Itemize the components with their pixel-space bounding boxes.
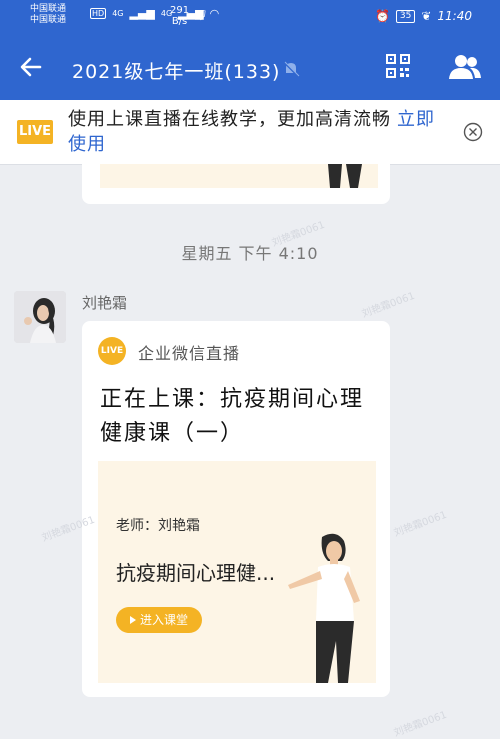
status-bar: 中国联通 中国联通 HD 4G ▂▄▆ 4G ▂▄▆ ◠ 291 B/s ⛉ ⏰… bbox=[0, 0, 500, 40]
leaf-icon: ❦ bbox=[421, 9, 432, 23]
chat-header: 2021级七年一班(133) bbox=[0, 40, 500, 100]
mute-icon bbox=[283, 61, 300, 77]
live-promo-banner[interactable]: LIVE 使用上课直播在线教学，更加高清流畅 立即使用 bbox=[0, 100, 500, 165]
card-title: 正在上课：抗疫期间心理健康课（一） bbox=[100, 387, 365, 446]
clock: 11:40 bbox=[437, 9, 472, 23]
live-class-banner: 老师：刘艳霜 抗疫期间心理健... 进入课堂 bbox=[98, 461, 376, 683]
live-badge: LIVE bbox=[17, 120, 53, 144]
play-icon bbox=[129, 616, 136, 624]
network-type-1: 4G bbox=[112, 9, 124, 18]
alarm-icon: ⏰ bbox=[374, 9, 390, 23]
sender-name: 刘艳霜 bbox=[82, 294, 128, 312]
watermark: 刘艳霜0061 bbox=[392, 509, 449, 540]
card-source: 企业微信直播 bbox=[138, 344, 241, 363]
teacher-illustration bbox=[328, 164, 362, 188]
enter-classroom-button[interactable]: 进入课堂 bbox=[116, 607, 202, 633]
speed-value: 291 bbox=[170, 5, 190, 16]
teacher-illustration bbox=[288, 533, 360, 683]
speed-unit: B/s bbox=[171, 16, 188, 27]
carrier-labels: 中国联通 中国联通 bbox=[30, 4, 66, 26]
carrier-2: 中国联通 bbox=[30, 15, 67, 25]
avatar-image bbox=[14, 291, 66, 343]
shield-icon: ⛉ bbox=[196, 9, 206, 24]
signal-icon: ▂▄▆ bbox=[129, 7, 155, 20]
live-class-card[interactable]: LIVE 企业微信直播 正在上课：抗疫期间心理健康课（一） 老师：刘艳霜 抗疫期… bbox=[82, 321, 390, 697]
net-speed: 291 B/s bbox=[170, 5, 189, 27]
message-timestamp: 星期五 下午 4:10 bbox=[181, 244, 319, 263]
promo-message: 使用上课直播在线教学，更加高清流畅 bbox=[68, 109, 391, 130]
wifi-icon: ◠ bbox=[209, 7, 220, 20]
battery-icon: 35 bbox=[395, 9, 416, 23]
avatar[interactable] bbox=[14, 291, 66, 343]
previous-live-card[interactable] bbox=[82, 164, 390, 204]
status-right: ⏰ 35 ❦ 11:40 bbox=[375, 9, 472, 23]
watermark: 刘艳霜0061 bbox=[360, 290, 417, 321]
chat-title: 2021级七年一班(133) bbox=[72, 61, 281, 83]
course-name: 抗疫期间心理健... bbox=[116, 561, 276, 585]
enter-classroom-label: 进入课堂 bbox=[139, 613, 188, 627]
back-arrow-icon[interactable] bbox=[18, 54, 44, 80]
close-circle-icon[interactable] bbox=[463, 122, 483, 142]
promo-text: 使用上课直播在线教学，更加高清流畅 立即使用 bbox=[68, 107, 448, 157]
qr-code-icon[interactable] bbox=[386, 54, 410, 78]
watermark: 刘艳霜0061 bbox=[392, 709, 449, 739]
teacher-label: 老师：刘艳霜 bbox=[116, 518, 200, 534]
live-badge: LIVE bbox=[98, 337, 126, 365]
carrier-1: 中国联通 bbox=[30, 4, 67, 14]
previous-card-banner bbox=[100, 164, 378, 188]
hd-badge: HD bbox=[90, 8, 107, 19]
group-members-icon[interactable] bbox=[448, 54, 482, 80]
